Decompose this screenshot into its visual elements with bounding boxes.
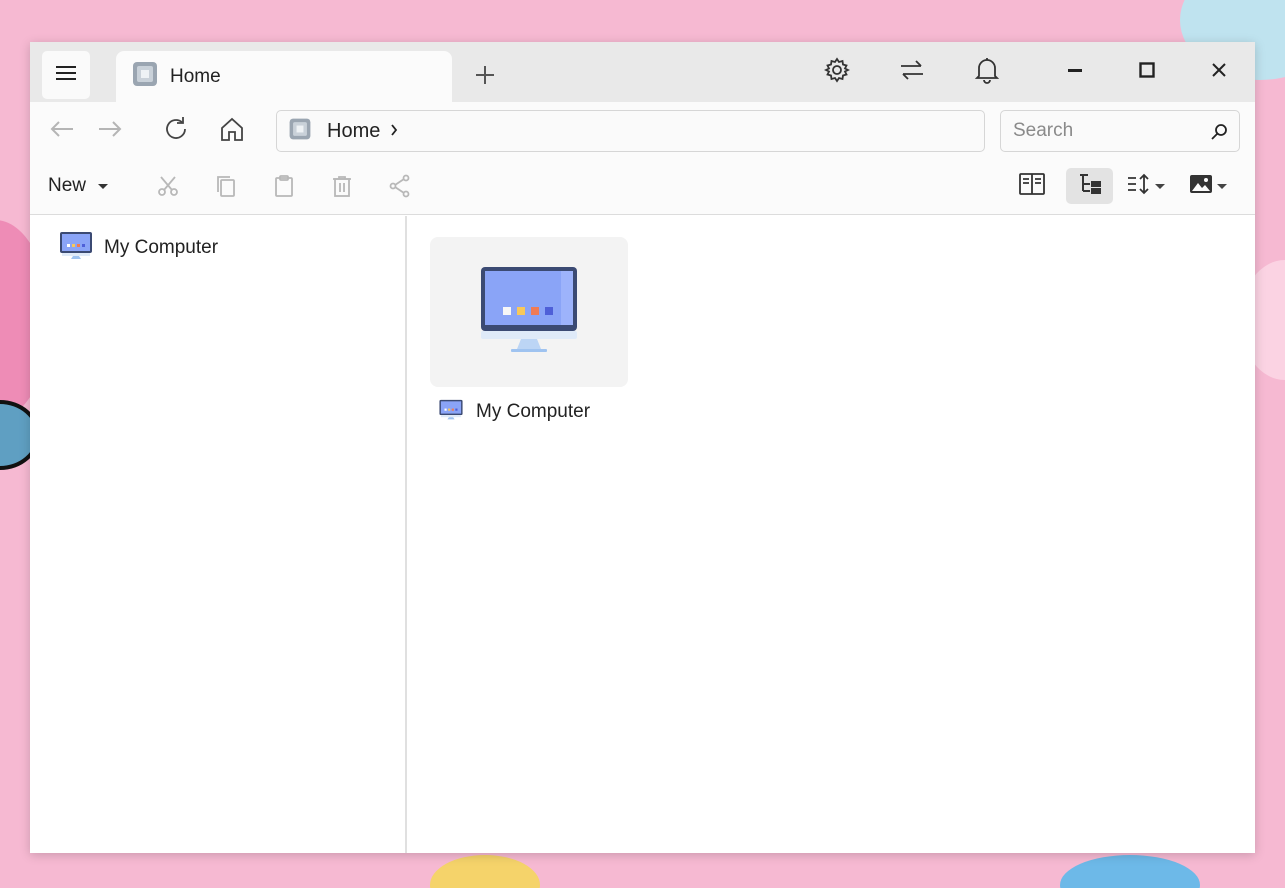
preview-button[interactable] [1186, 168, 1230, 204]
refresh-icon [163, 116, 189, 147]
sidebar: My Computer [30, 216, 407, 853]
new-button[interactable]: New [42, 170, 114, 202]
minimize-button[interactable] [1057, 56, 1093, 88]
split-pane-icon [1019, 172, 1045, 200]
plus-icon [475, 65, 495, 90]
sort-button[interactable] [1124, 168, 1168, 204]
maximize-button[interactable] [1129, 56, 1165, 88]
new-tab-button[interactable] [470, 62, 500, 92]
chevron-right-icon[interactable] [390, 123, 398, 139]
share-icon [388, 174, 412, 203]
title-bar: Home [30, 42, 1255, 102]
file-manager-window: Home Home Search New My Computer My Comp… [30, 42, 1255, 853]
computer-icon [479, 265, 579, 360]
file-list: My Computer [409, 216, 1255, 853]
search-input[interactable] [1013, 120, 1203, 142]
copy-icon [214, 174, 238, 203]
new-label: New [48, 175, 87, 196]
caret-down-icon [1217, 183, 1227, 189]
sidebar-item-label: My Computer [104, 237, 219, 258]
image-icon [1189, 173, 1213, 200]
file-item-my-computer[interactable]: My Computer [438, 398, 590, 426]
notifications-button[interactable] [969, 56, 1005, 88]
transfer-button[interactable] [894, 56, 930, 88]
paste-icon [272, 174, 296, 203]
caret-down-icon [1155, 183, 1165, 189]
home-icon [219, 116, 245, 147]
cut-button[interactable] [152, 172, 184, 204]
navigation-bar: Home [30, 102, 1255, 160]
tab-label: Home [170, 65, 221, 87]
main-menu-button[interactable] [42, 51, 90, 99]
sort-icon [1127, 173, 1151, 200]
caret-down-icon [98, 183, 109, 189]
search-icon[interactable] [1209, 122, 1229, 142]
arrow-right-icon [97, 119, 123, 144]
address-bar[interactable]: Home [276, 110, 985, 152]
arrow-left-icon [49, 119, 75, 144]
home-cube-icon [130, 59, 160, 94]
file-item-thumbnail[interactable] [430, 237, 628, 387]
file-name: My Computer [476, 401, 591, 422]
search-box [1000, 110, 1240, 152]
home-button[interactable] [216, 115, 248, 147]
cut-icon [156, 174, 180, 203]
tab-home[interactable]: Home [116, 51, 452, 102]
tree-view-toggle[interactable] [1066, 168, 1113, 204]
settings-icon [823, 56, 851, 88]
settings-button[interactable] [819, 56, 855, 88]
close-button[interactable] [1201, 56, 1237, 88]
tree-view-icon [1078, 173, 1102, 200]
minimize-icon [1067, 62, 1083, 83]
share-button[interactable] [384, 172, 416, 204]
delete-button[interactable] [326, 172, 358, 204]
maximize-icon [1139, 61, 1155, 83]
delete-icon [330, 174, 354, 203]
hamburger-menu-icon [56, 65, 76, 86]
close-icon [1211, 62, 1227, 83]
computer-icon [58, 230, 94, 267]
sync-icon [899, 59, 925, 86]
computer-icon [438, 398, 464, 427]
breadcrumb-home[interactable]: Home [327, 120, 380, 143]
bell-icon [974, 56, 1000, 89]
home-cube-icon [287, 116, 313, 147]
paste-button[interactable] [268, 172, 300, 204]
command-bar: New [30, 160, 1255, 215]
copy-button[interactable] [210, 172, 242, 204]
refresh-button[interactable] [160, 115, 192, 147]
sidebar-item-my-computer[interactable]: My Computer [58, 230, 219, 267]
back-button[interactable] [46, 115, 78, 147]
details-pane-toggle[interactable] [1014, 168, 1050, 204]
forward-button[interactable] [94, 115, 126, 147]
